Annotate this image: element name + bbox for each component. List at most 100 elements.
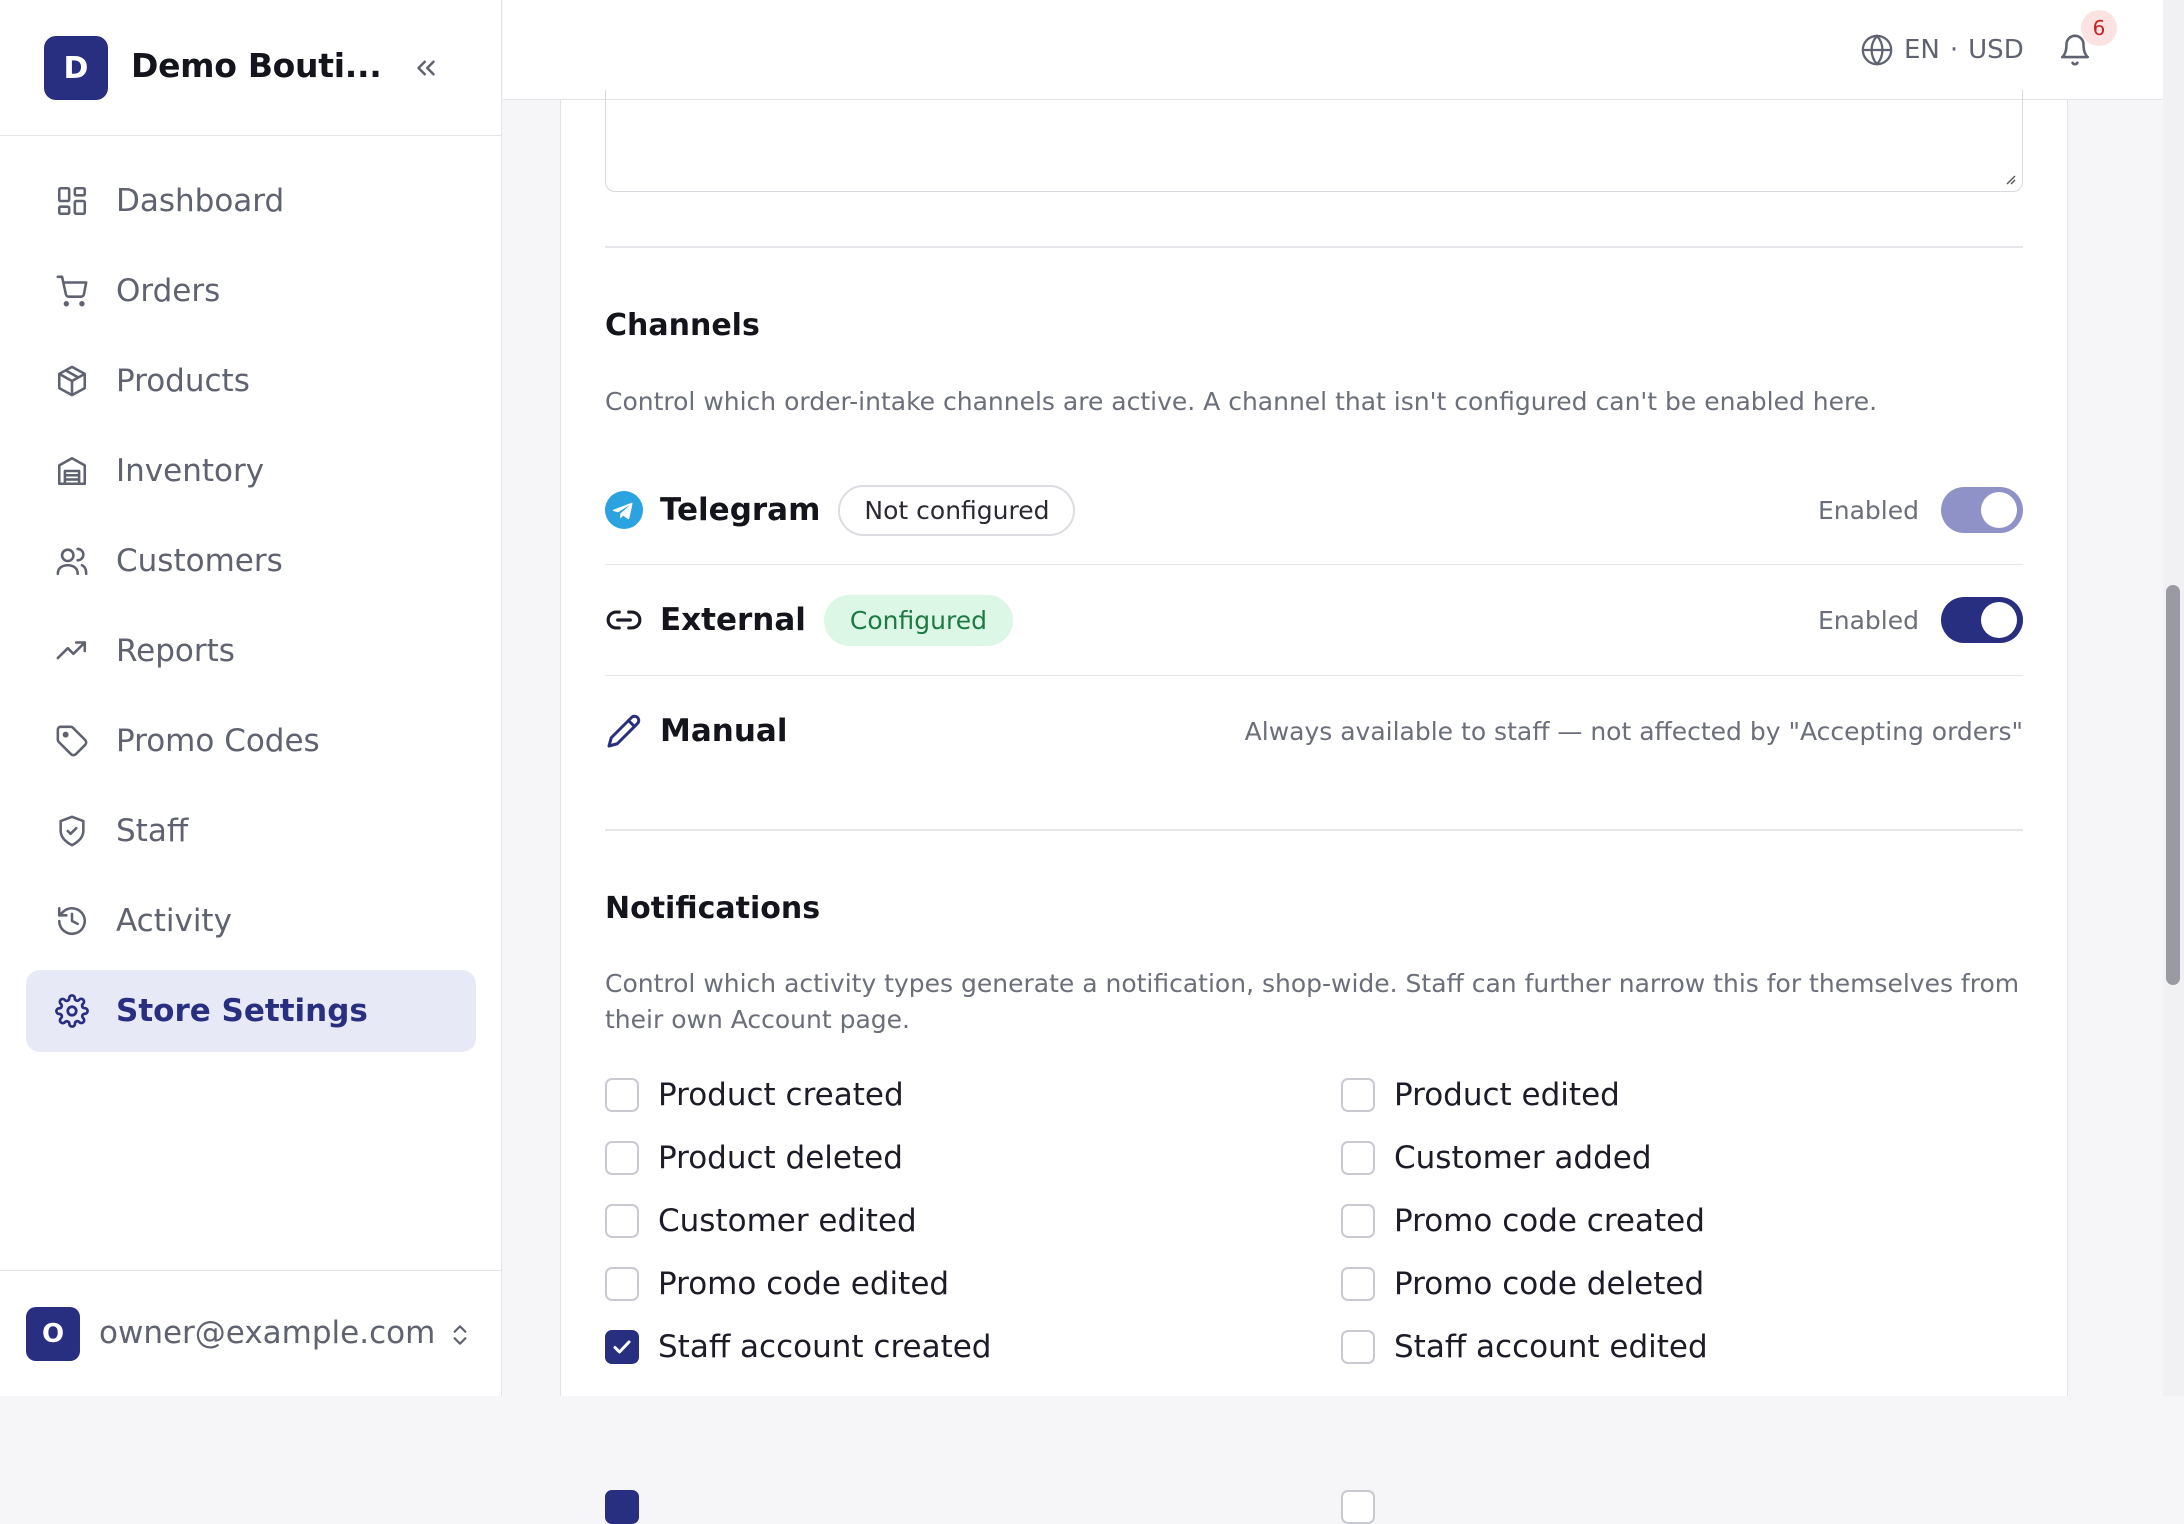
checkbox[interactable] [605,1490,639,1524]
dashboard-icon [54,183,90,219]
notification-option-product-deleted[interactable]: Product deleted [605,1140,903,1176]
checkbox-label: Staff account edited [1394,1329,1708,1365]
resize-grip-icon[interactable] [2004,173,2016,185]
trending-up-icon [54,633,90,669]
checkbox-label: Promo code edited [658,1266,950,1302]
sidebar-item-customers[interactable]: Customers [26,520,476,602]
toggle-knob [1981,492,2017,528]
collapse-sidebar-button[interactable] [404,46,448,90]
channel-name: External [660,602,806,638]
sidebar-item-label: Customers [116,543,283,579]
sidebar-nav: Dashboard Orders Products Inventory Cust… [26,160,476,1060]
checkbox[interactable] [1341,1267,1375,1301]
sidebar-item-dashboard[interactable]: Dashboard [26,160,476,242]
checkbox-label: Customer added [1394,1140,1652,1176]
chevrons-left-icon [417,60,435,76]
store-logo[interactable]: D [44,36,108,100]
user-menu[interactable]: O owner@example.com [0,1270,502,1396]
sidebar-item-activity[interactable]: Activity [26,880,476,962]
notification-option-staff-account-edited[interactable]: Staff account edited [1341,1329,1708,1365]
channel-row-external: External Configured Enabled [605,565,2023,675]
telegram-icon [605,491,643,529]
sidebar-item-inventory[interactable]: Inventory [26,430,476,512]
warehouse-icon [54,453,90,489]
store-name[interactable]: Demo Bouti... [131,46,382,85]
sidebar-item-staff[interactable]: Staff [26,790,476,872]
notification-option-promo-code-edited[interactable]: Promo code edited [605,1266,949,1302]
checkbox[interactable] [605,1330,639,1364]
notification-option-promo-code-deleted[interactable]: Promo code deleted [1341,1266,1704,1302]
notification-count-badge: 6 [2081,10,2117,46]
sidebar-item-reports[interactable]: Reports [26,610,476,692]
history-icon [54,903,90,939]
link-icon [605,601,643,639]
sidebar-item-promo-codes[interactable]: Promo Codes [26,700,476,782]
checkbox[interactable] [605,1267,639,1301]
sidebar-item-orders[interactable]: Orders [26,250,476,332]
language-code: EN [1904,35,1940,65]
telegram-enabled-toggle[interactable] [1941,487,2023,533]
checkbox[interactable] [1341,1490,1375,1524]
sidebar-item-products[interactable]: Products [26,340,476,422]
pencil-icon [605,712,643,750]
channel-name: Telegram [660,492,821,528]
checkbox[interactable] [1341,1078,1375,1112]
tag-icon [54,723,90,759]
avatar: O [26,1307,80,1361]
notifications-title: Notifications [605,891,821,926]
channels-description: Control which order-intake channels are … [605,387,1878,416]
currency-code: USD [1968,35,2024,65]
external-enabled-toggle[interactable] [1941,597,2023,643]
sidebar-item-label: Activity [116,903,232,939]
section-divider [605,829,2023,831]
checkbox-label: Product edited [1394,1077,1620,1113]
checkbox[interactable] [1341,1141,1375,1175]
brand-header: D Demo Bouti... [0,0,502,136]
checkbox[interactable] [1341,1330,1375,1364]
settings-textarea[interactable] [605,90,2023,192]
channel-name: Manual [660,713,788,749]
locale-switcher[interactable]: EN · USD [1860,30,2024,70]
chevrons-up-down-icon [453,1325,467,1345]
sidebar-item-label: Reports [116,633,235,669]
topbar: EN · USD 6 [503,0,2163,100]
channel-row-manual: Manual Always available to staff — not a… [605,676,2023,786]
notification-option-customer-added[interactable]: Customer added [1341,1140,1652,1176]
cart-icon [54,273,90,309]
settings-card: Channels Control which order-intake chan… [560,90,2068,1524]
sidebar: D Demo Bouti... Dashboard Orders Product… [0,0,502,1396]
notification-option-product-edited[interactable]: Product edited [1341,1077,1620,1113]
manual-channel-note: Always available to staff — not affected… [1244,716,2023,746]
sidebar-item-store-settings[interactable]: Store Settings [26,970,476,1052]
gear-icon [54,993,90,1029]
sidebar-item-label: Promo Codes [116,723,320,759]
sidebar-item-label: Dashboard [116,183,285,219]
toggle-knob [1981,602,2017,638]
notification-option-promo-code-created[interactable]: Promo code created [1341,1203,1705,1239]
users-icon [54,543,90,579]
checkbox[interactable] [605,1141,639,1175]
user-menu-toggle[interactable] [442,1315,478,1355]
sidebar-item-label: Orders [116,273,221,309]
checkbox[interactable] [1341,1204,1375,1238]
notification-option-customer-edited[interactable]: Customer edited [605,1203,917,1239]
checkbox-label: Product created [658,1077,904,1113]
status-badge: Configured [823,594,1013,646]
sidebar-item-label: Store Settings [116,993,368,1029]
notification-option-next-row[interactable] [1341,1490,1394,1524]
notification-option-next-row[interactable] [605,1490,658,1524]
check-icon [613,1340,631,1354]
channels-title: Channels [605,308,760,343]
checkbox-label: Customer edited [658,1203,917,1239]
checkbox[interactable] [605,1204,639,1238]
channel-row-telegram: Telegram Not configured Enabled [605,455,2023,565]
enabled-label: Enabled [1817,495,1919,525]
checkbox[interactable] [605,1078,639,1112]
sidebar-item-label: Inventory [116,453,265,489]
scrollbar-thumb[interactable] [2166,585,2180,985]
enabled-label: Enabled [1817,605,1919,635]
notification-option-staff-account-created[interactable]: Staff account created [605,1329,991,1365]
sidebar-item-label: Staff [116,813,189,849]
notification-option-product-created[interactable]: Product created [605,1077,904,1113]
checkbox-label: Promo code deleted [1394,1266,1705,1302]
